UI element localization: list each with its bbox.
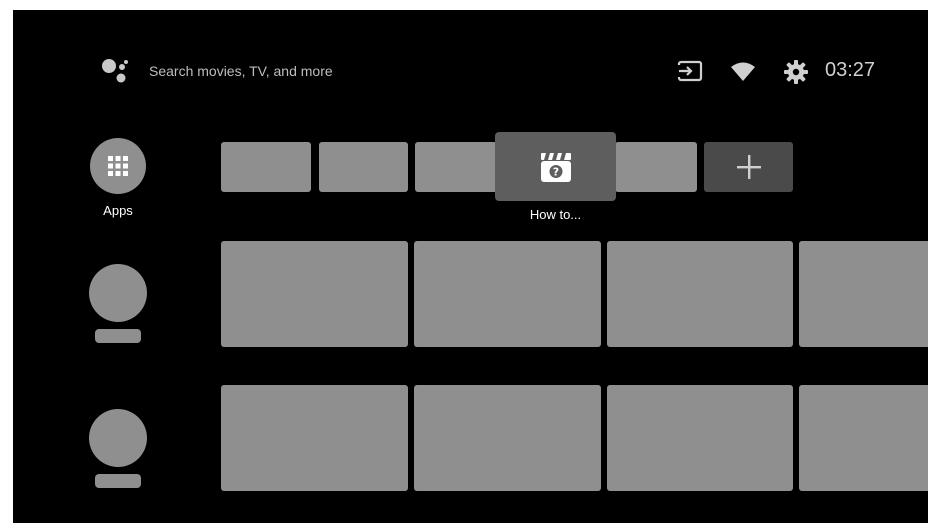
- google-assistant-icon[interactable]: [100, 57, 130, 85]
- focused-app-label: How to...: [529, 207, 582, 222]
- channel-name-placeholder: [95, 329, 141, 343]
- content-card[interactable]: [607, 241, 793, 347]
- gear-icon[interactable]: [784, 60, 808, 84]
- apps-label: Apps: [103, 203, 133, 218]
- channel-logo[interactable]: [89, 264, 147, 343]
- search-bar[interactable]: Search movies, TV, and more: [149, 63, 333, 79]
- clapperboard-question-icon: ?: [540, 152, 571, 182]
- content-card[interactable]: [799, 241, 928, 347]
- content-card[interactable]: [414, 385, 601, 491]
- favorite-app-tile[interactable]: [415, 142, 505, 192]
- plus-icon: [736, 155, 761, 179]
- add-favorite-button[interactable]: [704, 142, 793, 192]
- channel-name-placeholder: [95, 474, 141, 488]
- favorite-app-tile[interactable]: [221, 142, 311, 192]
- svg-text:?: ?: [552, 165, 558, 178]
- channel-logo[interactable]: [89, 409, 147, 488]
- input-icon[interactable]: [677, 60, 703, 82]
- focused-app-tile[interactable]: ?: [495, 132, 616, 201]
- favorite-app-tile[interactable]: [319, 142, 408, 192]
- clock: 03:27: [825, 59, 876, 81]
- content-card[interactable]: [607, 385, 793, 491]
- apps-button[interactable]: [90, 138, 146, 194]
- content-card[interactable]: [414, 241, 601, 347]
- content-card[interactable]: [221, 385, 408, 491]
- apps-grid-icon: [108, 156, 128, 176]
- content-card[interactable]: [221, 241, 408, 347]
- favorite-app-tile[interactable]: [615, 142, 697, 192]
- channel-logo-circle: [89, 409, 147, 467]
- wifi-icon: [731, 62, 755, 81]
- tv-home-screen: Search movies, TV, and more 03:27 Apps ?…: [13, 10, 928, 523]
- content-card[interactable]: [799, 385, 928, 491]
- channel-logo-circle: [89, 264, 147, 322]
